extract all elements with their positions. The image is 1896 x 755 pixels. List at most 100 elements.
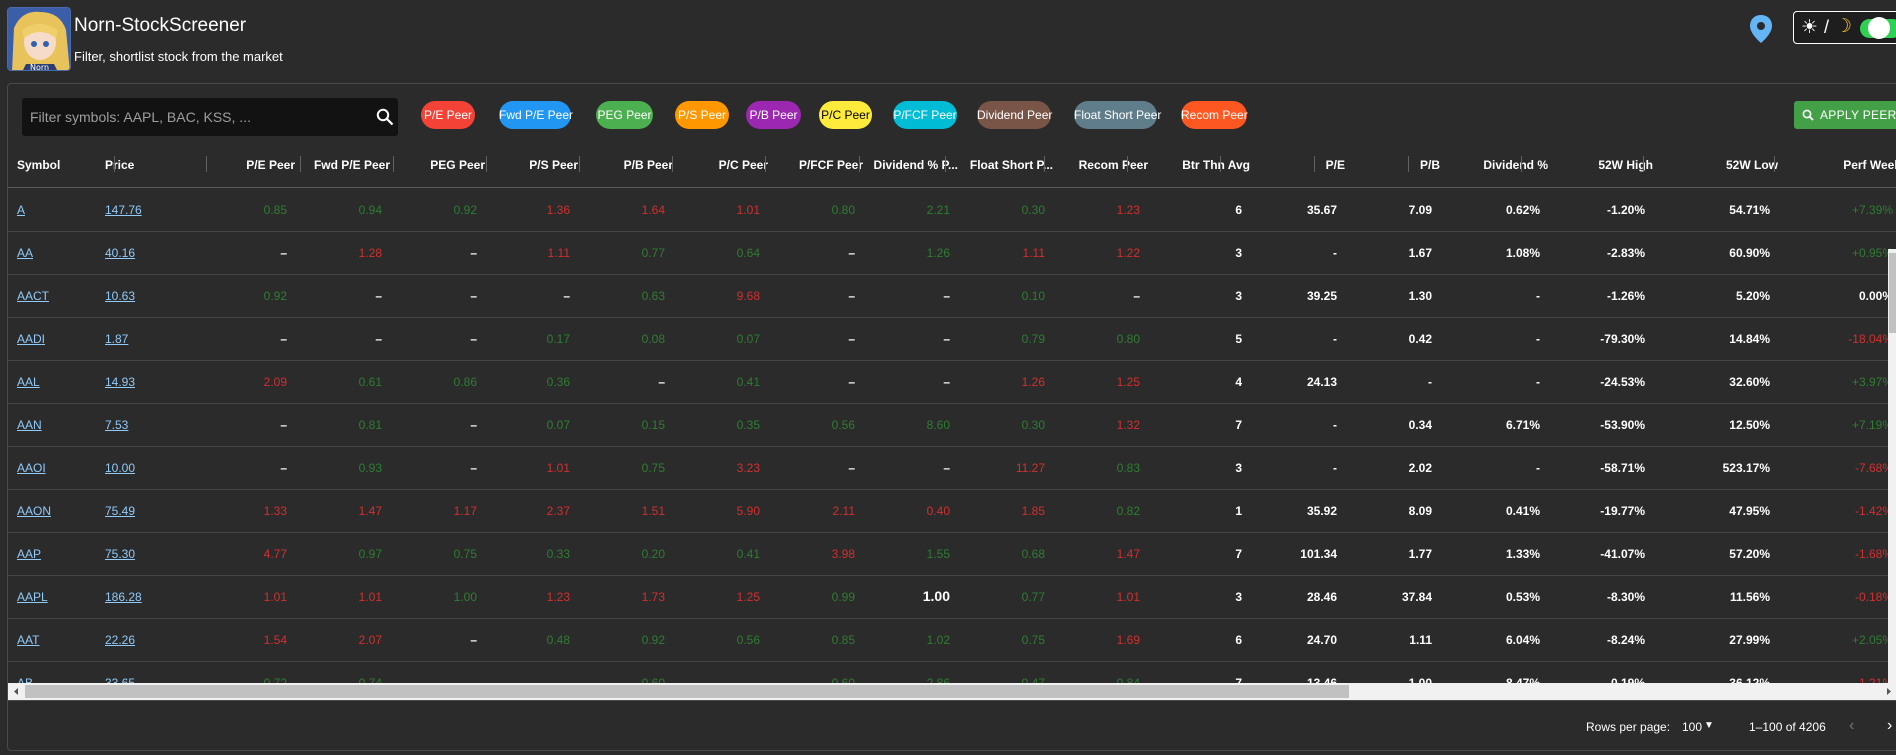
column-header-p-b-peer[interactable]: P/B Peer bbox=[581, 158, 673, 172]
column-resize-handle[interactable] bbox=[1774, 156, 1775, 172]
price-link[interactable]: 22.26 bbox=[105, 633, 135, 647]
chip-peg-peer[interactable]: PEG Peer bbox=[596, 101, 653, 129]
column-header-p-e[interactable]: P/E bbox=[1253, 158, 1345, 172]
chip-dividend-peer[interactable]: Dividend Peer bbox=[977, 101, 1052, 129]
price-link[interactable]: 40.16 bbox=[105, 246, 135, 260]
symbol-link[interactable]: A bbox=[17, 203, 25, 217]
column-resize-handle[interactable] bbox=[486, 156, 487, 172]
table-row[interactable]: AAT 22.26 1.54 2.07 – 0.48 0.92 0.56 0.85 1.02 0.7… bbox=[8, 619, 1896, 662]
symbol-link[interactable]: AAON bbox=[17, 504, 51, 518]
column-resize-handle[interactable] bbox=[945, 156, 946, 172]
peer-value-cell: – bbox=[848, 375, 855, 389]
column-resize-handle[interactable] bbox=[1314, 156, 1315, 172]
symbol-link[interactable]: AA bbox=[17, 246, 33, 260]
column-header-p-e-peer[interactable]: P/E Peer bbox=[193, 158, 295, 172]
column-header-52w-high[interactable]: 52W High bbox=[1551, 158, 1653, 172]
vertical-scrollbar[interactable] bbox=[1888, 249, 1896, 684]
table-row[interactable]: AB 33.65 0.72 0.74– –0.60–0.60 2.86 0.47 0.84 7 1… bbox=[8, 662, 1896, 684]
horizontal-scrollbar[interactable] bbox=[8, 683, 1896, 700]
chip-recom-peer[interactable]: Recom Peer bbox=[1181, 101, 1248, 129]
price-link[interactable]: 1.87 bbox=[105, 332, 128, 346]
horizontal-scroll-thumb[interactable] bbox=[25, 685, 1349, 698]
previous-page-button[interactable]: ‹ bbox=[1849, 717, 1854, 735]
symbol-link[interactable]: AAL bbox=[17, 375, 40, 389]
column-header-recom-peer[interactable]: Recom Peer bbox=[1056, 158, 1148, 172]
column-header-perf-week[interactable]: Perf Week bbox=[1781, 158, 1896, 172]
symbol-link[interactable]: AACT bbox=[17, 289, 49, 303]
column-header-fwd-p-e-peer[interactable]: Fwd P/E Peer bbox=[298, 158, 390, 172]
column-header-p-s-peer[interactable]: P/S Peer bbox=[488, 158, 578, 172]
price-link[interactable]: 186.28 bbox=[105, 590, 142, 604]
table-row[interactable]: AA 40.16 – 1.28 – 1.11 0.77 0.64 – 1.26 1.11 1.22 3 -… bbox=[8, 232, 1896, 275]
price-link[interactable]: 10.00 bbox=[105, 461, 135, 475]
search-icon[interactable] bbox=[376, 108, 394, 126]
chip-p-s-peer[interactable]: P/S Peer bbox=[675, 101, 729, 129]
table-row[interactable]: AAPL 186.28 1.01 1.01 1.00 1.23 1.73 1.25 0.99 1.… bbox=[8, 576, 1896, 619]
theme-toggle-knob[interactable] bbox=[1868, 17, 1890, 39]
table-row[interactable]: AAL 14.93 2.09 0.61 0.86 0.36 – 0.41 – – 1.26 1.25 4… bbox=[8, 361, 1896, 404]
table-row[interactable]: AAON 75.49 1.33 1.47 1.17 2.37 1.51 5.90 2.11 0.4… bbox=[8, 490, 1896, 533]
low-cell: 60.90% bbox=[1729, 246, 1770, 260]
column-resize-handle[interactable] bbox=[300, 156, 301, 172]
price-link[interactable]: 147.76 bbox=[105, 203, 142, 217]
chip-p-b-peer[interactable]: P/B Peer bbox=[746, 101, 801, 129]
table-row[interactable]: AAP 75.30 4.77 0.97 0.75 0.33 0.20 0.41 3.98 1.55… bbox=[8, 533, 1896, 576]
price-link[interactable]: 10.63 bbox=[105, 289, 135, 303]
caret-down-icon[interactable]: ▼ bbox=[1704, 720, 1714, 731]
price-link[interactable]: 75.49 bbox=[105, 504, 135, 518]
column-resize-handle[interactable] bbox=[672, 156, 673, 172]
symbol-link[interactable]: AAP bbox=[17, 547, 41, 561]
column-header-p-fcf-peer[interactable]: P/FCF Peer bbox=[771, 158, 863, 172]
column-resize-handle[interactable] bbox=[206, 156, 207, 172]
chip-p-e-peer[interactable]: P/E Peer bbox=[421, 101, 475, 129]
scroll-right-arrow-icon[interactable] bbox=[1884, 683, 1894, 700]
scroll-left-arrow-icon[interactable] bbox=[11, 683, 21, 700]
vertical-scroll-thumb[interactable] bbox=[1889, 253, 1896, 333]
chip-p-fcf-peer[interactable]: P/FCF Peer bbox=[893, 101, 957, 129]
table-row[interactable]: AAN 7.53 – 0.81 – 0.07 0.15 0.35 0.56 8.60 0.30 1.3… bbox=[8, 404, 1896, 447]
rows-per-page-select[interactable]: 100 bbox=[1682, 720, 1702, 734]
column-header-price[interactable]: Price bbox=[105, 158, 190, 172]
column-resize-handle[interactable] bbox=[765, 156, 766, 172]
column-header-peg-peer[interactable]: PEG Peer bbox=[393, 158, 485, 172]
column-header-dividend[interactable]: Dividend % bbox=[1443, 158, 1548, 172]
symbol-link[interactable]: AAOI bbox=[17, 461, 46, 475]
table-row[interactable]: AAOI 10.00 – 0.93 – 1.01 0.75 3.23 – – 11.27 0.83 3 -… bbox=[8, 447, 1896, 490]
chip-float-short-peer[interactable]: Float Short Peer bbox=[1074, 101, 1161, 129]
column-header-p-c-peer[interactable]: P/C Peer bbox=[676, 158, 768, 172]
column-header-float-short-p[interactable]: Float Short P... bbox=[961, 158, 1053, 172]
symbol-link[interactable]: AAN bbox=[17, 418, 42, 432]
column-resize-handle[interactable] bbox=[1044, 156, 1045, 172]
column-header-52w-low[interactable]: 52W Low bbox=[1656, 158, 1778, 172]
column-resize-handle[interactable] bbox=[1127, 156, 1128, 172]
column-header-btr-thn-avg[interactable]: Btr Thn Avg bbox=[1151, 158, 1250, 172]
price-link[interactable]: 7.53 bbox=[105, 418, 128, 432]
symbol-link[interactable]: AAT bbox=[17, 633, 39, 647]
symbol-search-box bbox=[22, 98, 398, 136]
column-header-p-b[interactable]: P/B bbox=[1348, 158, 1440, 172]
column-resize-handle[interactable] bbox=[1643, 156, 1644, 172]
table-row[interactable]: AADI 1.87 – – – 0.17 0.08 0.07 – – 0.79 0.80 5 - 0.42 -… bbox=[8, 318, 1896, 361]
chip-fwd-p-e-peer[interactable]: Fwd P/E Peer bbox=[499, 101, 573, 129]
next-page-button[interactable]: › bbox=[1887, 717, 1892, 735]
symbol-link[interactable]: AAPL bbox=[17, 590, 48, 604]
column-resize-handle[interactable] bbox=[1408, 156, 1409, 172]
price-link[interactable]: 75.30 bbox=[105, 547, 135, 561]
column-resize-handle[interactable] bbox=[859, 156, 860, 172]
column-resize-handle[interactable] bbox=[1220, 156, 1221, 172]
column-resize-handle[interactable] bbox=[579, 156, 580, 172]
symbol-search-input[interactable] bbox=[22, 98, 362, 136]
column-resize-handle[interactable] bbox=[393, 156, 394, 172]
table-row[interactable]: AACT 10.63 0.92 – – – 0.63 9.68 – – 0.10 – 3 39.25 1.3… bbox=[8, 275, 1896, 318]
column-resize-handle[interactable] bbox=[114, 156, 115, 172]
price-link[interactable]: 14.93 bbox=[105, 375, 135, 389]
location-pin-icon[interactable] bbox=[1748, 14, 1774, 44]
div-cell: 0.41% bbox=[1505, 504, 1540, 518]
table-row[interactable]: A 147.76 0.85 0.94 0.92 1.36 1.64 1.01 0.80 2.21 0… bbox=[8, 189, 1896, 232]
symbol-link[interactable]: AADI bbox=[17, 332, 45, 346]
theme-switcher[interactable]: ☀ / ☽ bbox=[1793, 11, 1896, 44]
column-resize-handle[interactable] bbox=[1521, 156, 1522, 172]
chip-p-c-peer[interactable]: P/C Peer bbox=[819, 101, 872, 129]
apply-peer-button[interactable]: APPLY PEER bbox=[1794, 101, 1896, 129]
column-header-symbol[interactable]: Symbol bbox=[17, 158, 102, 172]
